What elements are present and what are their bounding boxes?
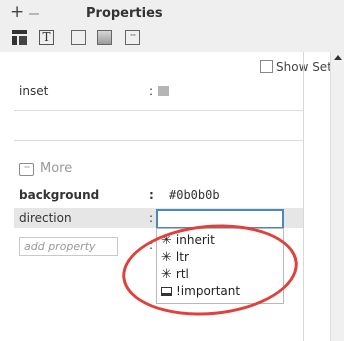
divider bbox=[14, 140, 303, 141]
layout-icon-col2 bbox=[19, 36, 27, 45]
panel-header: + Properties T ··· Show Set bbox=[0, 0, 344, 74]
direction-label: direction bbox=[19, 211, 72, 225]
direction-colon: : bbox=[149, 211, 154, 225]
layout-icon[interactable] bbox=[12, 30, 27, 45]
inset-colon: : bbox=[149, 84, 154, 98]
border-icon[interactable] bbox=[71, 30, 86, 45]
minimize-icon[interactable] bbox=[29, 13, 39, 15]
more-icon[interactable]: ··· bbox=[125, 30, 140, 45]
background-icon[interactable] bbox=[97, 30, 112, 45]
column-divider bbox=[303, 52, 304, 341]
text-icon[interactable]: T bbox=[39, 30, 54, 45]
more-link[interactable]: More bbox=[40, 161, 72, 176]
background-colon: : bbox=[149, 188, 154, 202]
scrollbar[interactable] bbox=[330, 52, 344, 341]
more-dots-icon[interactable]: ··· bbox=[19, 163, 34, 176]
add-icon[interactable]: + bbox=[10, 2, 24, 22]
toolbar: T ··· Show Set bbox=[0, 26, 344, 74]
panel-title-row: + Properties bbox=[0, 0, 344, 26]
properties-content: inset : ··· More background : #0b0b0b di… bbox=[0, 52, 344, 341]
scroll-up-arrow-icon[interactable] bbox=[334, 55, 342, 60]
layout-icon-bar bbox=[12, 30, 27, 34]
background-label: background bbox=[19, 188, 100, 202]
panel-title: Properties bbox=[86, 6, 163, 21]
divider bbox=[14, 110, 303, 111]
background-value[interactable]: #0b0b0b bbox=[169, 188, 220, 202]
add-property-input[interactable]: add property bbox=[19, 237, 118, 256]
layout-icon-col bbox=[12, 36, 17, 45]
inset-label: inset bbox=[19, 84, 49, 98]
inset-color-swatch[interactable] bbox=[158, 86, 169, 96]
